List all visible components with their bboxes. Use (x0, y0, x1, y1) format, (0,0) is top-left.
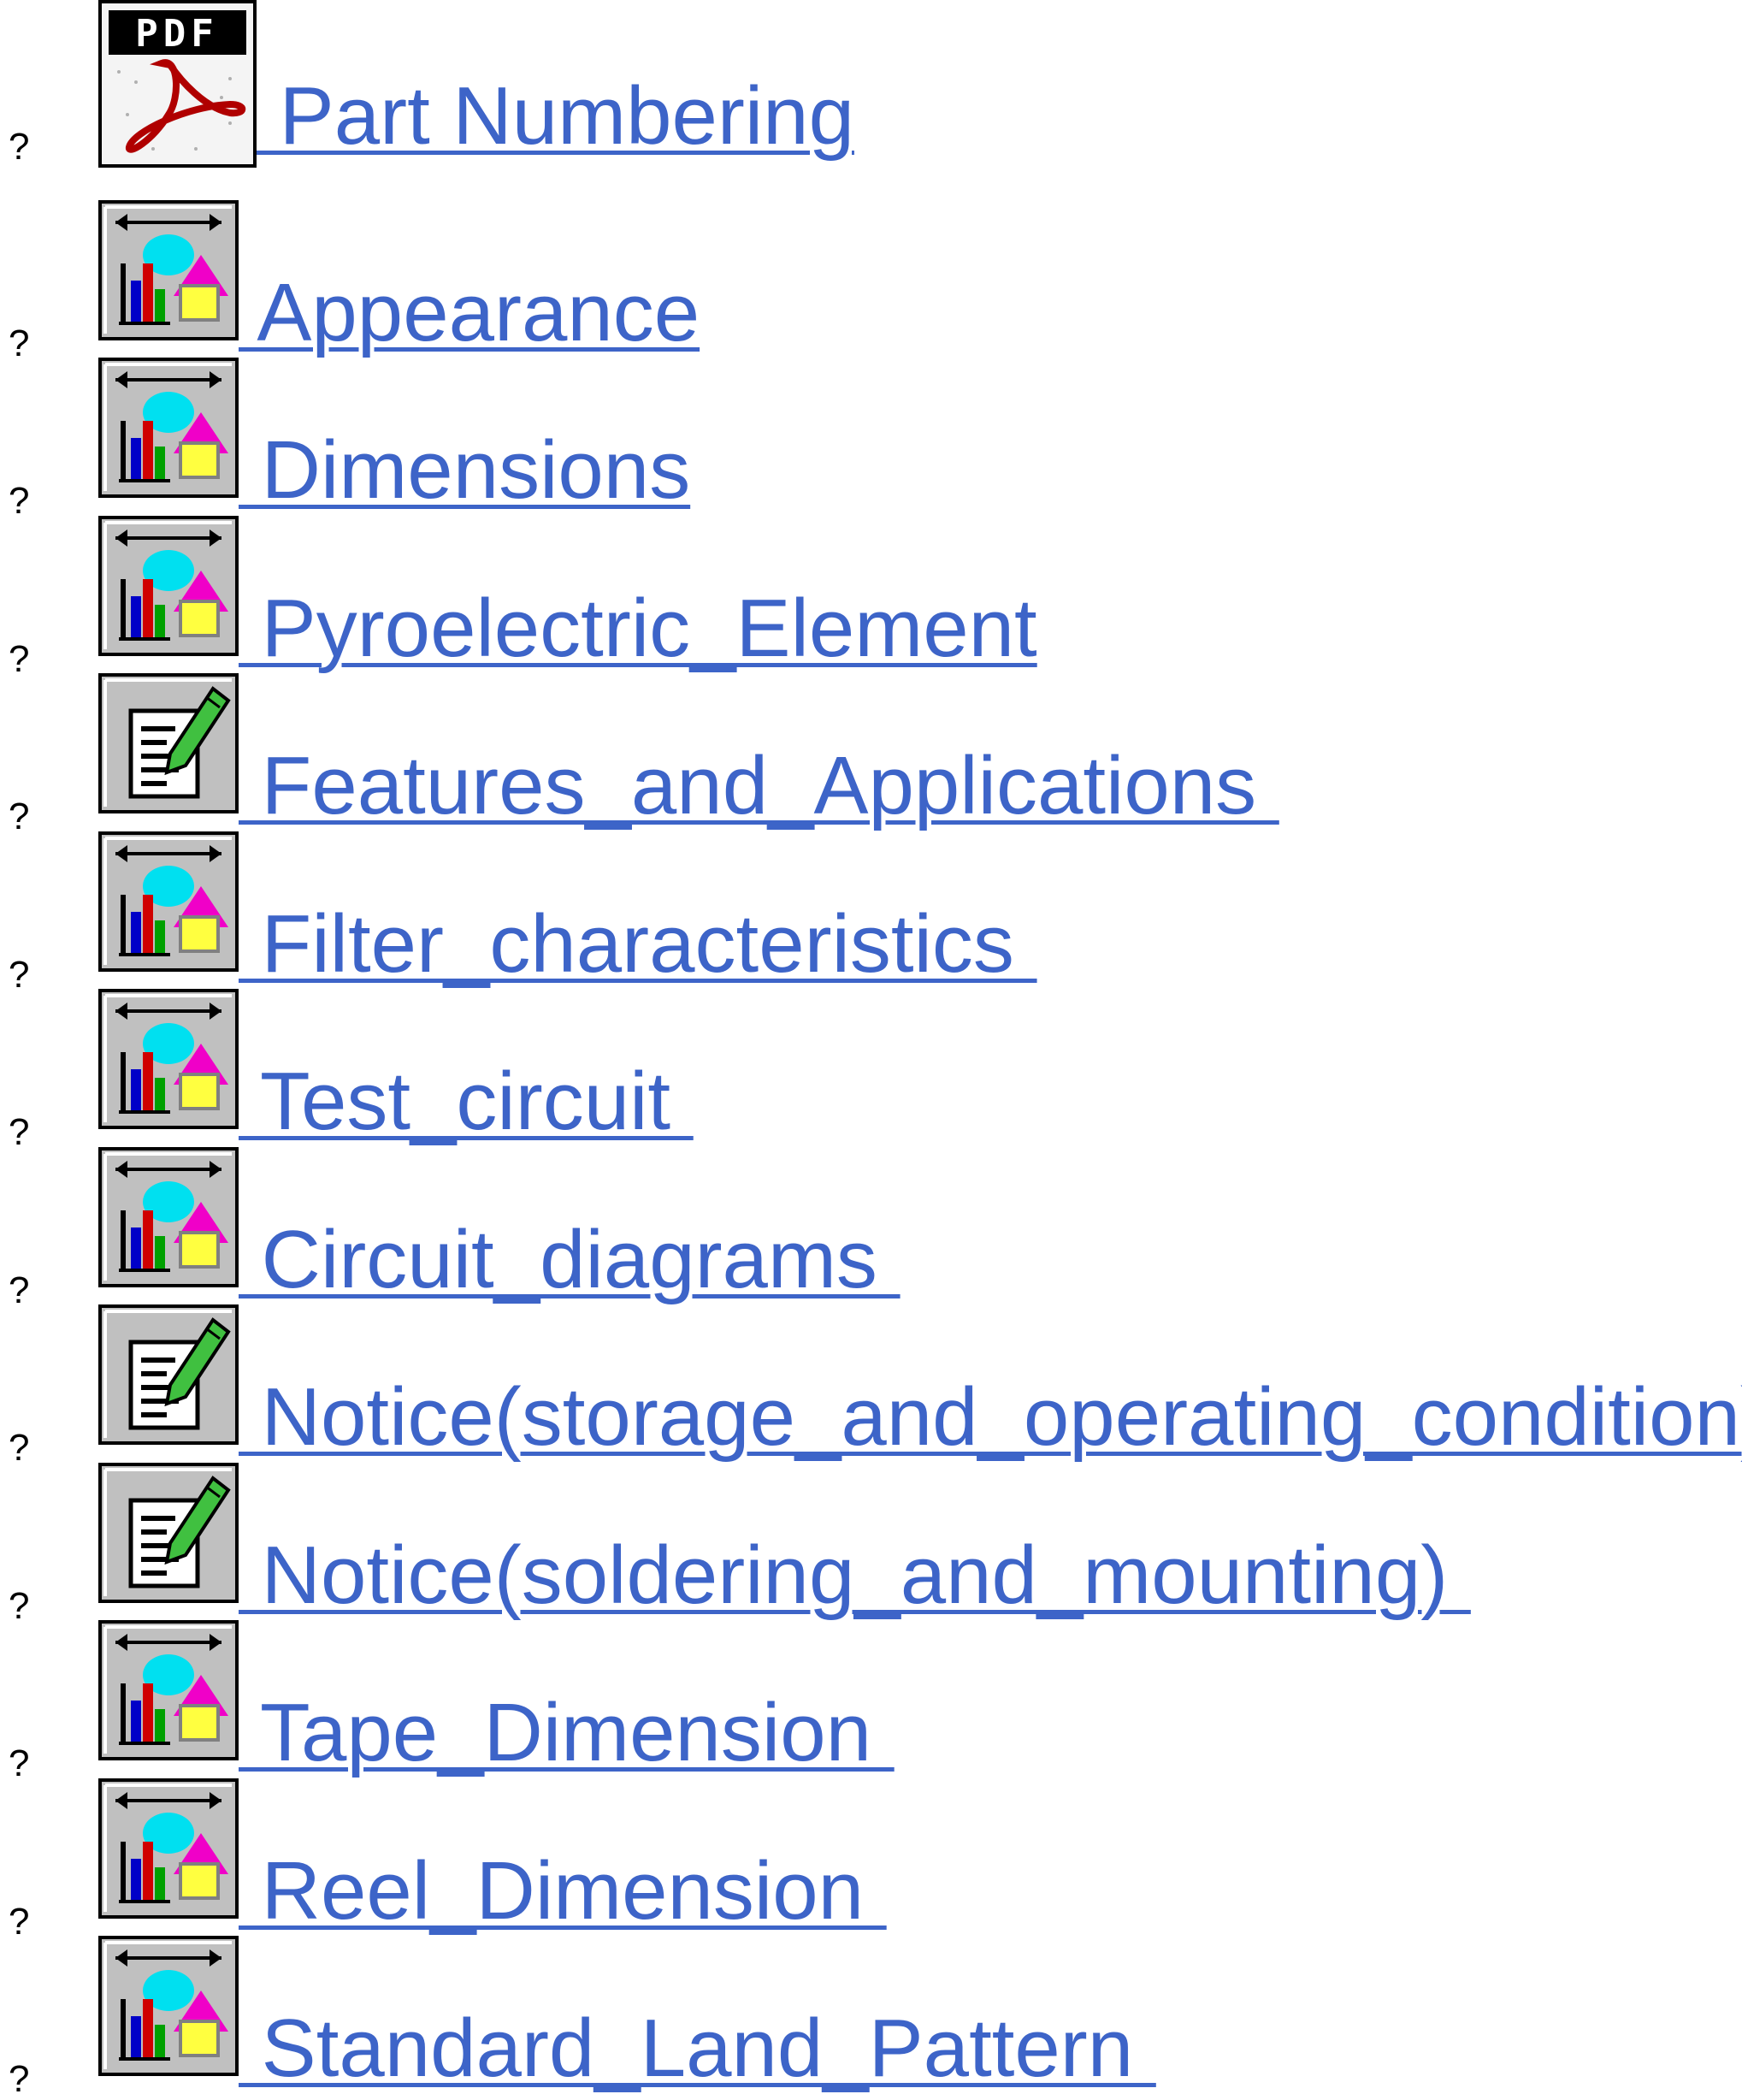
list-item: ? (0, 985, 1742, 1151)
list-item: ? (0, 1775, 1742, 1941)
chart-dimension-icon (98, 358, 239, 498)
chart-dimension-icon (98, 1147, 239, 1287)
link-label[interactable]: Tape_Dimension (239, 1692, 895, 1774)
chart-dimension-icon (98, 200, 239, 340)
pdf-icon: PDF (98, 0, 257, 168)
link-label[interactable]: Test_circuit (239, 1061, 694, 1143)
chart-dimension-icon (98, 831, 239, 972)
link-label[interactable]: Standard_Land_Pattern (239, 2008, 1156, 2090)
pdf-icon-label: PDF (135, 12, 218, 56)
link-label[interactable]: Notice(soldering_and_mounting) (239, 1535, 1471, 1617)
chart-dimension-icon (98, 989, 239, 1129)
link-label[interactable]: Dimensions (239, 429, 691, 512)
document-edit-icon (98, 1463, 239, 1603)
list-item: ? (0, 1617, 1742, 1783)
link-label[interactable]: Notice(storage_and_operating_condition) (239, 1376, 1742, 1458)
link-label[interactable]: Features_and_Applications (239, 745, 1279, 827)
list-item: ? (0, 1144, 1742, 1310)
link-label[interactable]: Circuit_diagrams (239, 1219, 901, 1301)
link-label[interactable]: Part Numbering (257, 75, 854, 157)
list-item: ? Features_and_Applications (0, 670, 1742, 836)
chart-dimension-icon (98, 516, 239, 656)
link-label[interactable]: Filter_characteristics (239, 903, 1037, 985)
list-item: ? Notice(storage_and_operating_condition… (0, 1301, 1742, 1467)
chart-dimension-icon (98, 1936, 239, 2076)
list-item: ? PDF Part Numbering (0, 0, 1742, 168)
chart-dimension-icon (98, 1778, 239, 1919)
document-edit-icon (98, 673, 239, 813)
link-label[interactable]: Pyroelectric_Element (239, 588, 1037, 670)
list-item: ? (0, 1932, 1742, 2098)
document-edit-icon (98, 1304, 239, 1445)
list-item: ? (0, 828, 1742, 994)
link-label[interactable]: Reel_Dimension (239, 1850, 887, 1932)
link-label[interactable]: Appearance (239, 272, 700, 354)
list-item: ? (0, 512, 1742, 678)
list-item: ? Notice(soldering_and_mounting) (0, 1459, 1742, 1625)
list-item: ? (0, 354, 1742, 520)
list-item: ? (0, 197, 1742, 363)
chart-dimension-icon (98, 1620, 239, 1760)
list-bullet: ? (9, 2058, 30, 2100)
list-bullet: ? (9, 126, 30, 168)
